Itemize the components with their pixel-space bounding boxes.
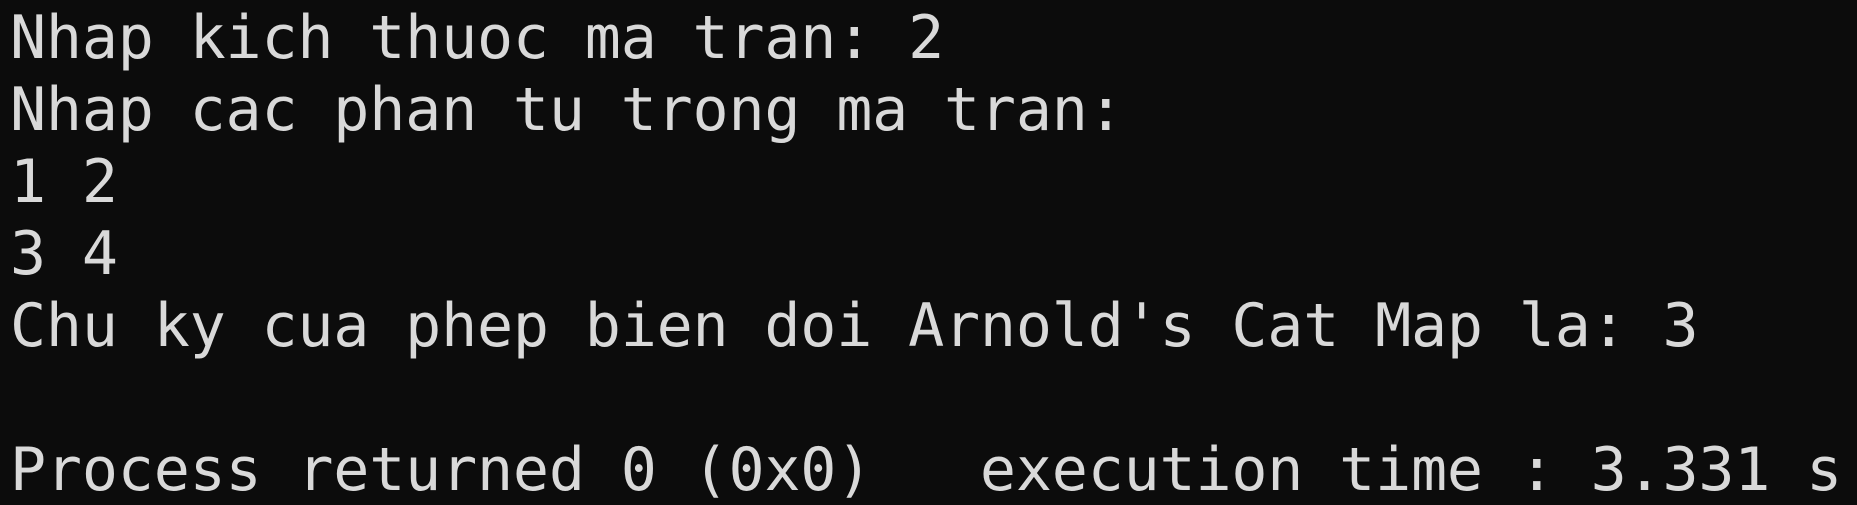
prompt-matrix-elements: Nhap cac phan tu trong ma tran: [10, 75, 1124, 145]
matrix-row-1: 1 2 [10, 147, 118, 217]
arnold-cat-map-period-result: Chu ky cua phep bien doi Arnold's Cat Ma… [10, 291, 1699, 361]
prompt-matrix-size: Nhap kich thuoc ma tran: 2 [10, 3, 944, 73]
matrix-row-2: 3 4 [10, 219, 118, 289]
console-window[interactable]: Nhap kich thuoc ma tran: 2 Nhap cac phan… [0, 0, 1857, 505]
process-status-line: Process returned 0 (0x0) execution time … [10, 435, 1843, 505]
